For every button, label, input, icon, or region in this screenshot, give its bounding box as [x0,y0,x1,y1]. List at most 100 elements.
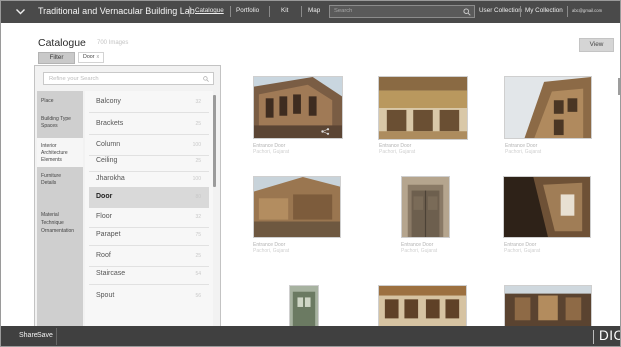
image-place: Pachori, Gujarat [253,248,290,254]
subcategory-count: 100 [192,176,201,182]
subcategory-brackets[interactable]: Brackets 25 [89,114,209,135]
subcategory-door[interactable]: Door 80 [89,187,209,208]
category-label: Details [41,180,57,186]
subcategory-name: Floor [96,213,112,220]
subcategory-name: Brackets [96,120,124,127]
user-email[interactable]: abc@gmail.com [572,8,602,13]
subcategory-staircase[interactable]: Staircase 54 [89,264,209,285]
nav-portfolio[interactable]: Portfolio [236,7,259,14]
subcategory-count: 32 [195,214,201,220]
image-place: Pachori, Gujarat [401,248,438,254]
photo-building [379,77,467,139]
image-caption: Entrance Door Pachori, Gujarat [253,143,289,155]
photo-building [379,286,466,326]
image-thumbnail[interactable] [504,76,592,139]
subcategory-count: 32 [195,99,201,105]
subcategory-count: 54 [195,271,201,277]
user-collection-link[interactable]: User Collection [479,7,522,14]
panel-scrollbar[interactable] [213,95,216,187]
share-icon[interactable] [321,128,330,135]
nav-divider [189,6,190,17]
filter-button[interactable]: Filter [38,52,75,64]
category-material-technique[interactable]: Material Technique Ornamentation [37,209,83,239]
nav-divider [520,6,521,17]
image-thumbnail[interactable] [503,176,591,238]
image-thumbnail[interactable] [378,285,467,327]
category-interior-architecture[interactable]: Interior Architecture Elements [37,138,83,167]
subcategory-name: Column [96,141,121,148]
category-furniture-details[interactable]: Furniture Details [37,171,83,193]
category-label: Interior [41,143,57,149]
nav-map[interactable]: Map [308,7,320,14]
subcategory-name: Ceiling [96,157,118,164]
search-icon[interactable] [203,76,209,82]
subcategory-count: 56 [195,293,201,299]
photo-building [254,177,340,237]
image-caption: Entrance Door Pachori, Gujarat [379,143,415,155]
save-button[interactable]: Save [37,332,53,339]
my-collection-link[interactable]: My Collection [525,7,563,14]
subcategory-parapet[interactable]: Parapet 75 [89,225,209,246]
category-label: Material [41,212,59,218]
image-place: Pachori, Gujarat [504,248,541,254]
subcategory-name: Roof [96,252,111,259]
search-input[interactable]: Search [329,5,475,18]
chip-label: Door [83,54,95,60]
image-thumbnail[interactable] [289,285,319,327]
category-label: Architecture [41,150,68,156]
row-divider [89,112,209,113]
search-placeholder: Search [334,8,353,14]
category-label: Furniture [41,173,62,179]
category-label: Technique [41,220,64,226]
nav-catalogue[interactable]: Catalogue [195,7,224,14]
app-window: Traditional and Vernacular Building Lab … [0,0,621,347]
subcategory-spout[interactable]: Spout 56 [89,286,209,307]
brand-logo: DICRC [599,328,620,343]
toolbar-divider [56,328,57,345]
photo-door [402,177,449,237]
search-icon[interactable] [463,8,471,16]
subcategory-count: 25 [195,121,201,127]
category-place[interactable]: Place [37,96,83,106]
image-thumbnail[interactable] [378,76,468,140]
nav-divider [301,6,302,17]
subcategory-name: Spout [96,292,115,299]
subcategory-name: Balcony [96,98,121,105]
subcategory-count: 100 [192,142,201,148]
image-caption: Entrance Door Pachori, Gujarat [253,242,289,254]
subcategory-name: Staircase [96,270,126,277]
active-filter-chip[interactable]: Door x [78,52,105,63]
subcategory-name: Parapet [96,231,121,238]
chip-close-icon[interactable]: x [96,54,99,60]
top-navigation-bar: Traditional and Vernacular Building Lab … [1,1,620,23]
subcategory-count: 25 [195,158,201,164]
subcategory-count: 75 [195,232,201,238]
image-thumbnail[interactable] [253,176,341,238]
photo-building [505,77,591,138]
image-place: Pachori, Gujarat [253,149,290,155]
chevron-down-icon[interactable] [15,6,26,17]
row-divider [89,284,209,285]
photo-building [505,286,591,326]
page-title: Catalogue [38,37,86,49]
category-label: Ornamentation [41,228,75,234]
nav-kit[interactable]: Kit [281,7,288,14]
image-thumbnail[interactable] [504,285,592,327]
image-count: 700 Images [97,40,129,46]
image-place: Pachori, Gujarat [505,149,542,155]
image-caption: Entrance Door Pachori, Gujarat [505,143,541,155]
share-button[interactable]: Share [19,332,38,339]
image-caption: Entrance Door Pachori, Gujarat [504,242,540,254]
subcategory-balcony[interactable]: Balcony 32 [89,92,209,113]
brand-divider [593,330,594,344]
category-label: Place [41,98,54,104]
category-label: Spaces [41,123,58,129]
image-thumbnail[interactable] [401,176,450,238]
subcategory-name: Door [96,193,113,200]
category-building-type[interactable]: Building Type Spaces [37,114,83,136]
subcategory-count: 25 [195,253,201,259]
refine-placeholder: Refine your Search [49,76,99,82]
refine-search-input[interactable]: Refine your Search [43,72,214,85]
nav-divider [269,6,270,17]
view-button[interactable]: View [579,38,614,52]
